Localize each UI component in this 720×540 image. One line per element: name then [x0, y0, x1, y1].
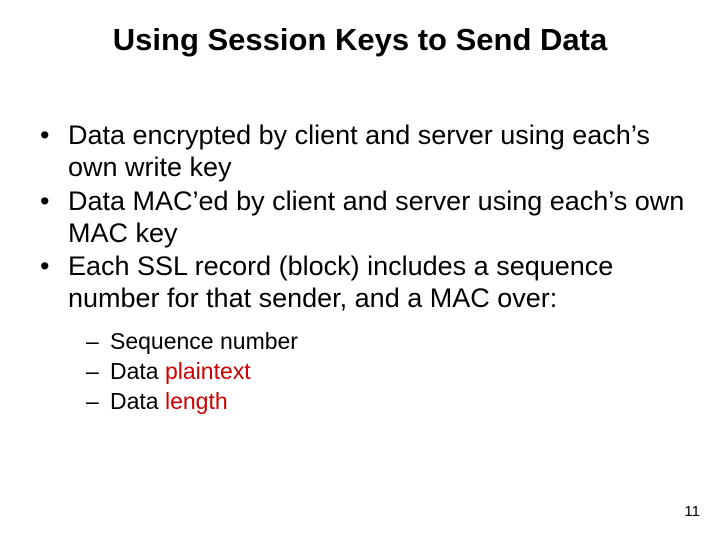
sub-bullet-item: Data length — [86, 387, 688, 417]
slide-title: Using Session Keys to Send Data — [0, 22, 720, 58]
slide: Using Session Keys to Send Data Data enc… — [0, 0, 720, 540]
sub-bullet-list: Sequence number Data plaintext Data leng… — [68, 327, 688, 417]
bullet-item-text: Each SSL record (block) includes a seque… — [68, 251, 613, 313]
slide-body: Data encrypted by client and server usin… — [32, 120, 688, 419]
sub-bullet-prefix: Data — [110, 358, 165, 384]
sub-bullet-item: Data plaintext — [86, 357, 688, 387]
bullet-item: Each SSL record (block) includes a seque… — [32, 251, 688, 416]
bullet-item: Data encrypted by client and server usin… — [32, 120, 688, 184]
bullet-list: Data encrypted by client and server usin… — [32, 120, 688, 417]
sub-bullet-highlight: length — [165, 388, 228, 414]
sub-bullet-prefix: Sequence number — [110, 328, 298, 354]
sub-bullet-prefix: Data — [110, 388, 165, 414]
bullet-item: Data MAC’ed by client and server using e… — [32, 186, 688, 250]
sub-bullet-item: Sequence number — [86, 327, 688, 357]
page-number: 11 — [684, 503, 700, 520]
sub-bullet-highlight: plaintext — [165, 358, 251, 384]
